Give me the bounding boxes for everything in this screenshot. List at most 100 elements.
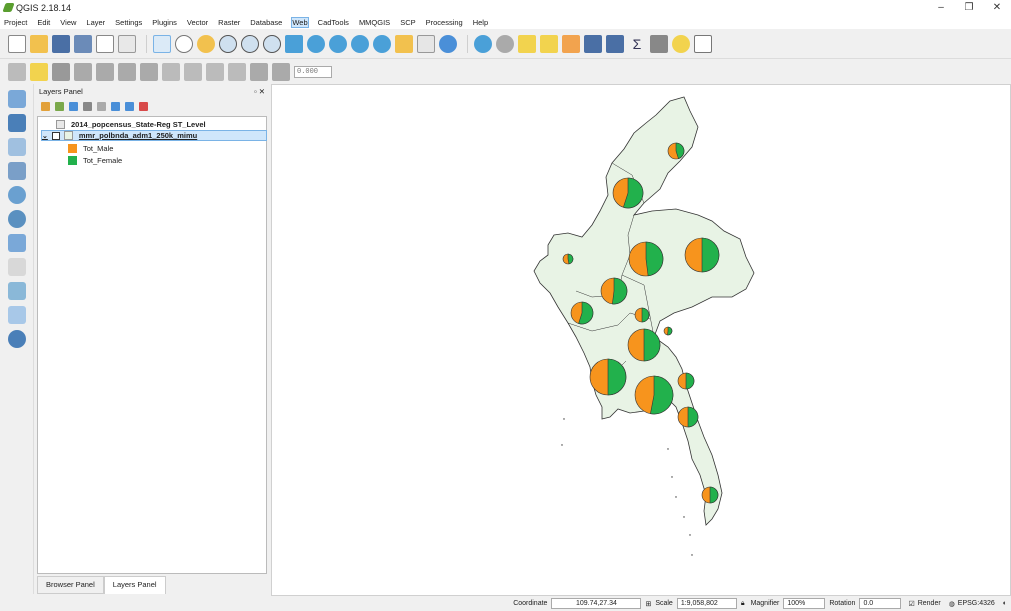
menu-web[interactable]: Web [291, 17, 309, 28]
rotate-feature-icon[interactable] [272, 62, 290, 81]
scale-field[interactable]: 1:9,058,802 [676, 598, 737, 609]
add-wfs-layer-icon[interactable] [8, 234, 26, 252]
measure-line-icon[interactable] [650, 35, 668, 53]
field-calculator-icon[interactable]: Σ [628, 35, 646, 53]
remove-layer-icon[interactable] [139, 101, 148, 111]
minimize-button[interactable]: – [927, 0, 955, 16]
rotation-spinbox[interactable]: 0.000 [294, 65, 332, 78]
tab-layers-panel[interactable]: Layers Panel [103, 576, 166, 594]
show-bookmarks-icon[interactable] [417, 35, 435, 53]
zoom-full-icon[interactable] [285, 35, 303, 53]
layer-row-polygon[interactable]: ⌄ mmr_polbnda_adm1_250k_mimu [41, 130, 267, 141]
rotate-label-icon[interactable] [250, 62, 268, 81]
menu-help[interactable]: Help [473, 18, 488, 27]
add-spatialite-layer-icon[interactable] [8, 162, 26, 180]
close-button[interactable]: ✕ [983, 0, 1011, 16]
menu-project[interactable]: Project [4, 18, 27, 27]
add-raster-layer-icon[interactable] [8, 114, 26, 132]
globe-icon[interactable]: ◍ [949, 600, 955, 608]
current-edits-icon[interactable] [8, 62, 26, 81]
styling-icon[interactable] [41, 101, 50, 111]
layer-visibility-checkbox[interactable] [51, 131, 60, 140]
identify-features-icon[interactable] [474, 35, 492, 53]
add-feature-icon[interactable] [74, 62, 92, 81]
lock-icon[interactable]: 🔒︎ [741, 600, 745, 608]
add-virtual-layer-icon[interactable] [8, 282, 26, 300]
composer-manager-icon[interactable] [118, 35, 136, 53]
add-wcs-layer-icon[interactable] [8, 210, 26, 228]
new-shapefile-icon[interactable] [8, 306, 26, 324]
zoom-next-icon[interactable] [373, 35, 391, 53]
add-vector-layer-icon[interactable] [8, 90, 26, 108]
copy-features-icon[interactable] [206, 62, 224, 81]
menu-processing[interactable]: Processing [426, 18, 463, 27]
pan-selected-icon[interactable] [153, 35, 171, 53]
pan-map-icon[interactable] [175, 35, 193, 53]
messages-icon[interactable]: ◐ [1003, 600, 1007, 607]
text-annotation-icon[interactable] [694, 35, 712, 53]
zoom-last-icon[interactable] [351, 35, 369, 53]
menu-layer[interactable]: Layer [86, 18, 105, 27]
manage-visibility-icon[interactable] [69, 101, 78, 111]
save-layer-edits-icon[interactable] [52, 62, 70, 81]
save-as-icon[interactable] [74, 35, 92, 53]
menu-settings[interactable]: Settings [115, 18, 142, 27]
select-by-expression-icon[interactable] [540, 35, 558, 53]
menu-vector[interactable]: Vector [187, 18, 208, 27]
add-postgis-layer-icon[interactable] [8, 138, 26, 156]
new-print-composer-icon[interactable] [96, 35, 114, 53]
menu-mmqgis[interactable]: MMQGIS [359, 18, 390, 27]
menu-cadtools[interactable]: CadTools [318, 18, 349, 27]
toggle-editing-icon[interactable] [30, 62, 48, 81]
move-feature-icon[interactable] [96, 62, 114, 81]
zoom-to-layer-icon[interactable] [329, 35, 347, 53]
deselect-all-icon[interactable] [562, 35, 580, 53]
open-project-icon[interactable] [30, 35, 48, 53]
collapse-all-icon[interactable] [125, 101, 134, 111]
zoom-native-icon[interactable] [263, 35, 281, 53]
add-delimited-text-icon[interactable] [8, 258, 26, 276]
new-geopackage-icon[interactable] [8, 330, 26, 348]
extents-toggle-icon[interactable]: ⊞ [645, 600, 651, 608]
select-features-icon[interactable] [518, 35, 536, 53]
delete-selected-icon[interactable] [162, 62, 180, 81]
menu-edit[interactable]: Edit [37, 18, 50, 27]
restore-button[interactable]: ❐ [955, 0, 983, 16]
menu-plugins[interactable]: Plugins [152, 18, 177, 27]
filter-legend-icon[interactable] [83, 101, 92, 111]
pan-to-selection-icon[interactable] [197, 35, 215, 53]
render-checkbox[interactable]: ☑ [908, 600, 914, 608]
node-tool-icon[interactable] [118, 62, 136, 81]
node-tool-2-icon[interactable] [140, 62, 158, 81]
map-svg[interactable] [272, 85, 1010, 595]
statistical-summary-icon[interactable] [606, 35, 624, 53]
add-group-icon[interactable] [55, 101, 64, 111]
new-bookmark-icon[interactable] [395, 35, 413, 53]
save-project-icon[interactable] [52, 35, 70, 53]
layer-row-table[interactable]: 2014_popcensus_State-Reg ST_Level [56, 120, 206, 129]
map-tips-icon[interactable] [672, 35, 690, 53]
paste-features-icon[interactable] [228, 62, 246, 81]
open-attribute-table-icon[interactable] [584, 35, 602, 53]
menu-database[interactable]: Database [250, 18, 282, 27]
zoom-to-selection-icon[interactable] [307, 35, 325, 53]
chevron-down-icon[interactable]: ⌄ [42, 132, 48, 140]
magnifier-field[interactable]: 100% [783, 598, 826, 609]
map-canvas[interactable] [271, 84, 1011, 596]
cut-features-icon[interactable] [184, 62, 202, 81]
rotation-field[interactable]: 0.0 [859, 598, 902, 609]
menu-scp[interactable]: SCP [400, 18, 415, 27]
zoom-out-icon[interactable] [241, 35, 259, 53]
menu-raster[interactable]: Raster [218, 18, 240, 27]
add-wms-layer-icon[interactable] [8, 186, 26, 204]
filter-by-expression-icon[interactable] [97, 101, 106, 111]
zoom-in-icon[interactable] [219, 35, 237, 53]
refresh-icon[interactable] [439, 35, 457, 53]
run-feature-action-icon[interactable] [496, 35, 514, 53]
expand-all-icon[interactable] [111, 101, 120, 111]
menu-view[interactable]: View [60, 18, 76, 27]
new-project-icon[interactable] [8, 35, 26, 53]
panel-controls[interactable]: ▫ ✕ [254, 87, 265, 96]
crs-label[interactable]: EPSG:4326 [958, 600, 995, 607]
coordinate-field[interactable]: 109.74,27.34 [551, 598, 642, 609]
